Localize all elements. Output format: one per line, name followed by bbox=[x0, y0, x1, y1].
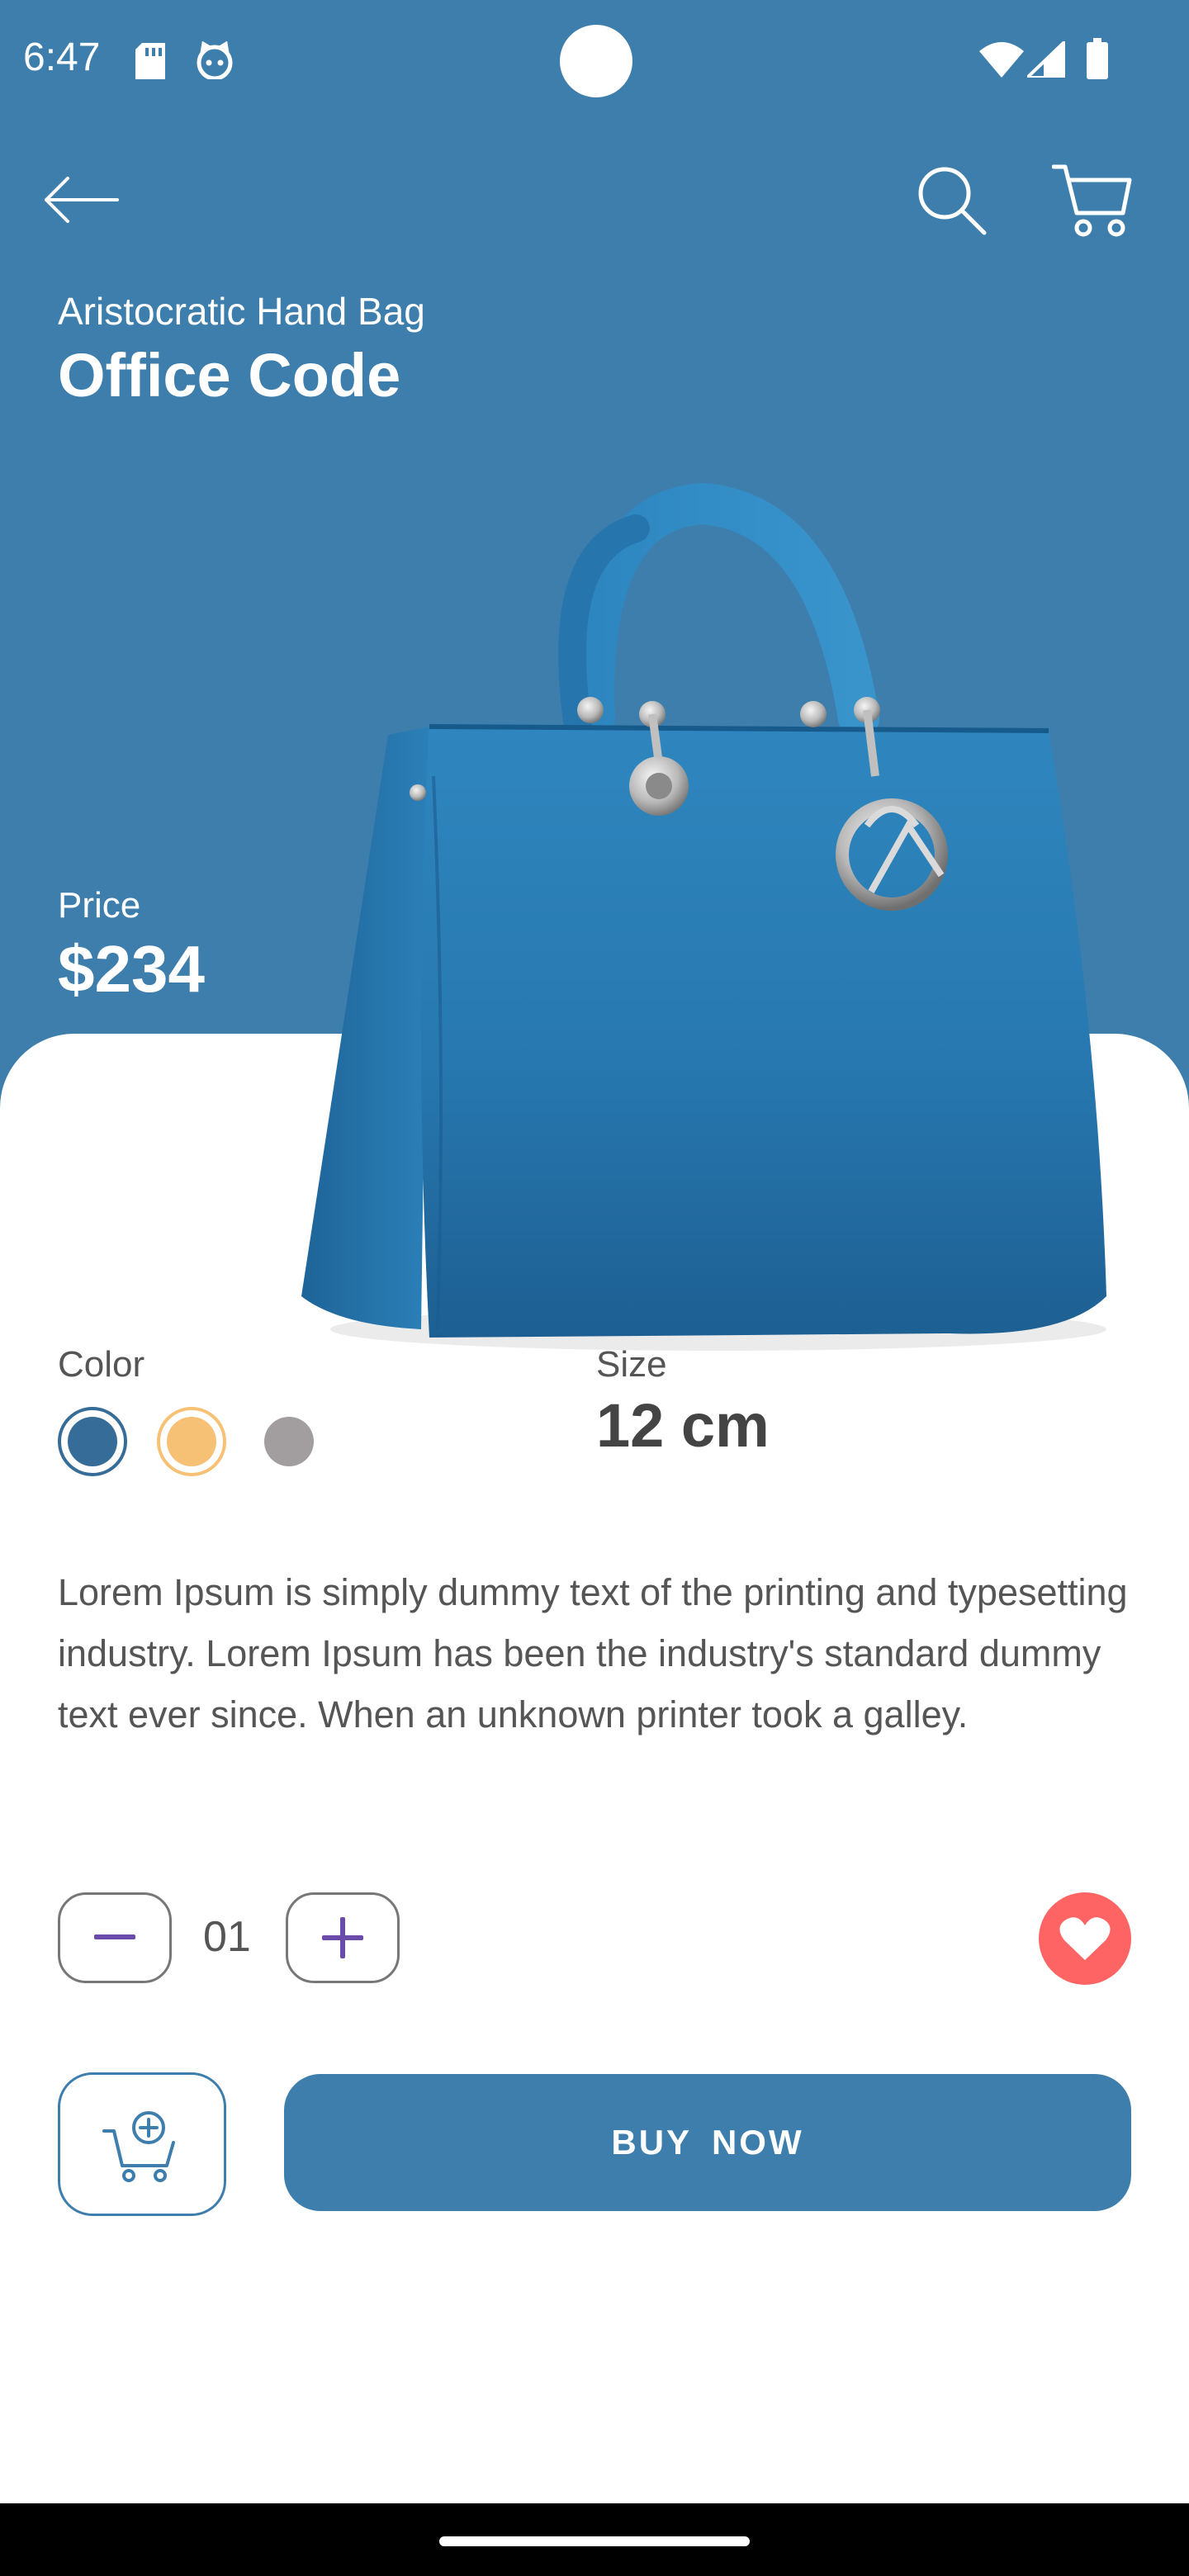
search-icon[interactable] bbox=[917, 165, 988, 236]
decrement-button[interactable] bbox=[58, 1892, 172, 1983]
buy-now-button[interactable]: BUY NOW bbox=[284, 2074, 1131, 2211]
color-swatch-gray[interactable] bbox=[264, 1417, 314, 1466]
cart-plus-icon bbox=[102, 2111, 175, 2182]
battery-icon bbox=[1087, 38, 1108, 79]
color-swatch-orange[interactable] bbox=[157, 1407, 226, 1476]
plus-icon bbox=[322, 1917, 363, 1958]
minus-icon bbox=[94, 1934, 135, 1939]
cart-icon[interactable] bbox=[1052, 163, 1133, 238]
signal-icon bbox=[1027, 41, 1065, 78]
cat-face-icon bbox=[197, 41, 233, 79]
camera-cutout bbox=[560, 25, 632, 97]
sd-card-icon bbox=[135, 43, 165, 79]
back-arrow-icon[interactable] bbox=[43, 175, 119, 225]
color-swatch-orange-fill bbox=[167, 1417, 216, 1466]
home-indicator[interactable] bbox=[439, 2536, 750, 2546]
size-label: Size bbox=[596, 1344, 667, 1385]
product-subtitle: Aristocratic Hand Bag bbox=[58, 290, 425, 333]
product-description: Lorem Ipsum is simply dummy text of the … bbox=[58, 1571, 1128, 1735]
price-value: $234 bbox=[58, 932, 205, 1006]
add-to-cart-button[interactable] bbox=[58, 2072, 226, 2216]
color-swatch-blue-fill bbox=[68, 1417, 117, 1466]
status-time: 6:47 bbox=[23, 36, 101, 79]
heart-icon bbox=[1059, 1917, 1111, 1960]
increment-button[interactable] bbox=[286, 1892, 400, 1983]
color-swatch-blue[interactable] bbox=[58, 1407, 127, 1476]
product-title: Office Code bbox=[58, 341, 401, 410]
favorite-button[interactable] bbox=[1039, 1892, 1131, 1985]
status-bar: 6:47 bbox=[0, 0, 1189, 124]
handbag-image bbox=[301, 482, 1106, 1351]
size-value: 12 cm bbox=[596, 1391, 770, 1460]
quantity-value: 01 bbox=[203, 1913, 251, 1961]
wifi-icon bbox=[979, 42, 1024, 78]
price-label: Price bbox=[58, 885, 141, 926]
color-label: Color bbox=[58, 1344, 145, 1385]
